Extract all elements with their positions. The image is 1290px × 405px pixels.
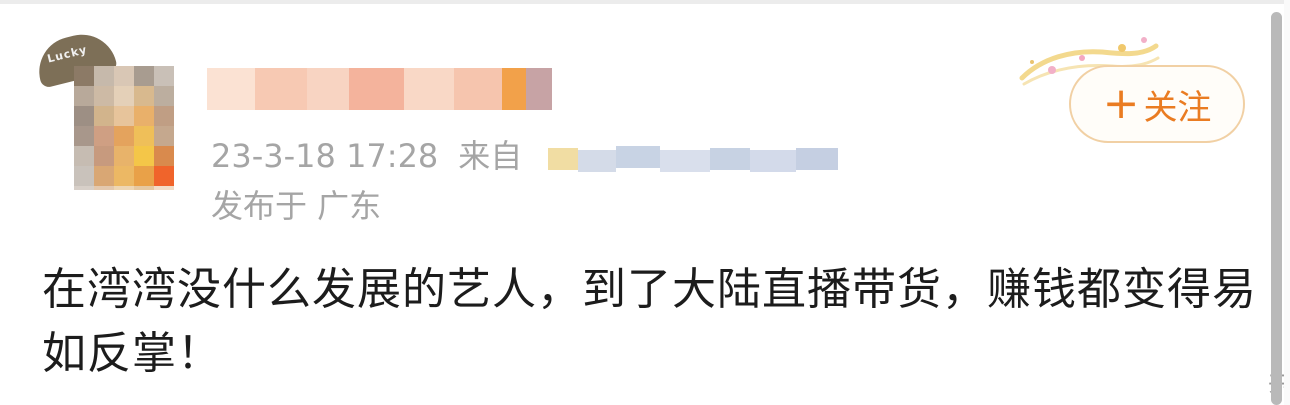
follow-button[interactable]: + 关注 — [1069, 65, 1245, 143]
avatar-pixel — [134, 166, 154, 186]
avatar-pixel — [74, 126, 94, 146]
avatar-pixel — [74, 166, 94, 186]
scrollbar[interactable] — [1271, 12, 1282, 405]
avatar-pixel — [114, 126, 134, 146]
avatar-pixel — [94, 66, 114, 86]
avatar-pixel — [134, 106, 154, 126]
avatar-pixel — [154, 166, 174, 186]
avatar-pixel — [94, 186, 114, 190]
avatar-pixel — [114, 86, 134, 106]
post-meta: 23-3-18 17:28 来自 — [211, 134, 522, 178]
page-edge — [1284, 0, 1290, 405]
avatar-pixel — [114, 146, 134, 166]
avatar-pixel — [74, 86, 94, 106]
avatar-pixel — [114, 106, 134, 126]
avatar-pixel — [134, 146, 154, 166]
avatar-pixel — [154, 186, 174, 190]
avatar-pixel — [114, 166, 134, 186]
follow-label: 关注 — [1143, 87, 1212, 128]
avatar-pixel — [134, 66, 154, 86]
avatar-pixel — [154, 126, 174, 146]
avatar-pixel — [134, 86, 154, 106]
avatar-pixel — [154, 66, 174, 86]
avatar-pixel — [74, 146, 94, 166]
avatar-pixel — [94, 126, 114, 146]
source-pixelated[interactable] — [548, 136, 838, 182]
cap-logo-text: Lucky — [45, 43, 89, 66]
avatar-pixel — [114, 186, 134, 190]
post-text: 在湾湾没什么发展的艺人，到了大陆直播带货，赚钱都变得易如反掌！ — [42, 264, 1257, 379]
plus-icon: + — [1102, 78, 1140, 129]
avatar-pixel — [154, 86, 174, 106]
avatar-pixel — [154, 146, 174, 166]
avatar-pixel — [154, 106, 174, 126]
avatar-pixel — [94, 106, 114, 126]
username-pixelated[interactable] — [207, 68, 552, 110]
post-time: 23-3-18 17:28 — [211, 137, 439, 175]
top-divider — [0, 0, 1290, 4]
avatar-pixel — [94, 166, 114, 186]
avatar[interactable]: Lucky — [34, 26, 174, 190]
avatar-pixel — [94, 146, 114, 166]
post-location: 发布于 广东 — [211, 187, 382, 225]
avatar-pixel — [74, 186, 94, 190]
avatar-pixel — [134, 126, 154, 146]
avatar-pixel — [74, 66, 94, 86]
avatar-pixel — [134, 186, 154, 190]
avatar-pixel — [74, 106, 94, 126]
source-prefix: 来自 — [458, 137, 523, 175]
avatar-pixel — [114, 66, 134, 86]
avatar-pixel — [94, 86, 114, 106]
